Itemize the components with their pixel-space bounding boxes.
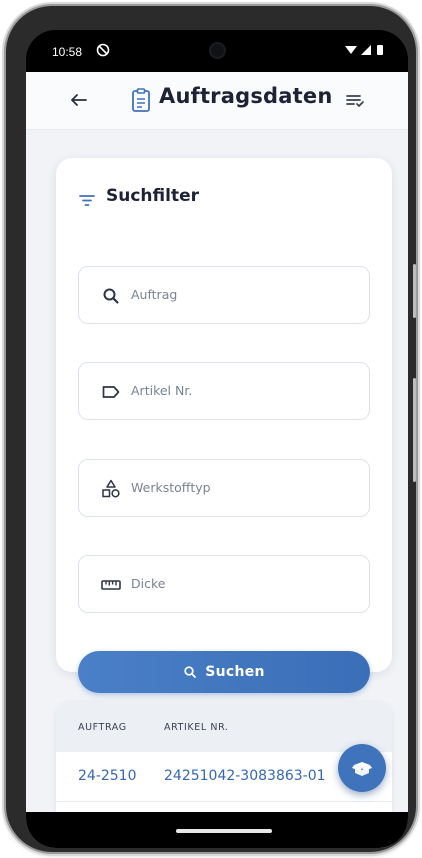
- clipboard-icon: [132, 88, 150, 112]
- search-button[interactable]: Suchen: [78, 651, 370, 693]
- search-button-label: Suchen: [205, 664, 265, 680]
- home-indicator[interactable]: [176, 829, 272, 833]
- power-button: [413, 378, 416, 482]
- app-bar: Auftragsdaten: [26, 72, 408, 130]
- status-time: 10:58: [52, 45, 83, 59]
- device-frame: 10:58 Auftragsdaten Suchfilter Auftrag A…: [6, 6, 416, 852]
- page-title: Auftragsdaten: [159, 84, 333, 108]
- table-header: AUFTRAG ARTIKEL NR.: [56, 702, 392, 752]
- cell-artikel-nr[interactable]: 24251042-3083863-01: [164, 768, 326, 784]
- shapes-icon: [102, 479, 120, 498]
- front-camera: [209, 42, 226, 59]
- status-bar: 10:58: [26, 30, 408, 72]
- ruler-icon: [101, 580, 121, 590]
- battery-icon: [377, 45, 383, 55]
- dicke-placeholder: Dicke: [131, 576, 166, 591]
- artikel-nr-field[interactable]: Artikel Nr.: [78, 362, 370, 420]
- werkstofftyp-field[interactable]: Werkstofftyp: [78, 459, 370, 517]
- auftrag-placeholder: Auftrag: [131, 287, 178, 302]
- auftrag-field[interactable]: Auftrag: [78, 266, 370, 324]
- system-nav-bar: [26, 812, 408, 848]
- package-fab-button[interactable]: [338, 744, 386, 792]
- cell-auftrag[interactable]: 24-2510: [78, 768, 137, 784]
- sort-check-icon[interactable]: [344, 89, 366, 111]
- box-open-icon: [352, 762, 372, 776]
- artikel-nr-placeholder: Artikel Nr.: [131, 383, 193, 398]
- search-icon: [103, 288, 119, 304]
- tag-icon: [102, 386, 120, 398]
- status-icons: [345, 45, 383, 55]
- screen: 10:58 Auftragsdaten Suchfilter Auftrag A…: [26, 30, 408, 848]
- app-content: Auftragsdaten Suchfilter Auftrag Artikel…: [26, 72, 408, 848]
- dicke-field[interactable]: Dicke: [78, 555, 370, 613]
- column-header-auftrag: AUFTRAG: [78, 722, 127, 733]
- filter-title: Suchfilter: [106, 186, 199, 206]
- signal-icon: [361, 45, 371, 55]
- column-header-artikel-nr: ARTIKEL NR.: [164, 722, 229, 733]
- filter-card: Suchfilter Auftrag Artikel Nr. Werkstoff…: [56, 158, 392, 693]
- filter-icon: [79, 195, 95, 206]
- wifi-icon: [345, 46, 357, 54]
- back-arrow-icon[interactable]: [66, 87, 92, 113]
- werkstofftyp-placeholder: Werkstofftyp: [131, 480, 211, 495]
- search-icon: [184, 666, 197, 678]
- dnd-icon: [96, 43, 110, 57]
- volume-button: [413, 264, 416, 318]
